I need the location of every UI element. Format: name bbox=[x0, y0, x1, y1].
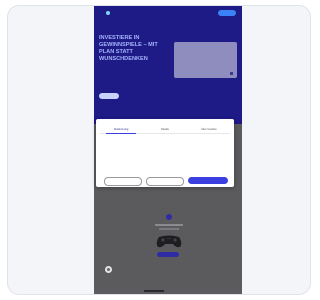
product-subtitle bbox=[159, 228, 179, 230]
consent-tabs: Zustimmung Details Über Cookies bbox=[100, 127, 230, 134]
top-nav bbox=[94, 6, 242, 22]
hero-headline: INVESTIERE IN GEWINNSPIELE – MIT PLAN ST… bbox=[99, 35, 158, 62]
consent-body-line bbox=[100, 165, 230, 168]
product-title bbox=[155, 224, 183, 226]
active-tab-indicator bbox=[106, 133, 136, 134]
tab-details[interactable]: Details bbox=[161, 128, 169, 131]
controller-icon bbox=[156, 235, 182, 248]
reject-button[interactable] bbox=[146, 177, 184, 186]
tab-consent[interactable]: Zustimmung bbox=[114, 128, 128, 131]
consent-body bbox=[100, 140, 230, 168]
shop-button[interactable] bbox=[157, 252, 179, 257]
cookie-consent-modal: Zustimmung Details Über Cookies bbox=[96, 119, 234, 187]
media-corner-icon bbox=[230, 72, 233, 75]
hero-section: INVESTIERE IN GEWINNSPIELE – MIT PLAN ST… bbox=[94, 22, 242, 124]
nav-cta-button[interactable] bbox=[218, 10, 236, 16]
tab-about-cookies[interactable]: Über Cookies bbox=[201, 128, 217, 131]
choose-settings-button[interactable] bbox=[104, 177, 142, 186]
hero-media[interactable] bbox=[174, 42, 237, 78]
section-label bbox=[144, 290, 164, 292]
chat-dot bbox=[107, 268, 110, 271]
accept-all-button[interactable] bbox=[188, 177, 228, 184]
logo-mark-icon bbox=[106, 11, 110, 15]
product-block bbox=[149, 214, 189, 270]
chat-bubble-icon[interactable] bbox=[105, 266, 112, 273]
hero-cta-button[interactable] bbox=[99, 93, 119, 99]
product-badge bbox=[166, 214, 172, 220]
